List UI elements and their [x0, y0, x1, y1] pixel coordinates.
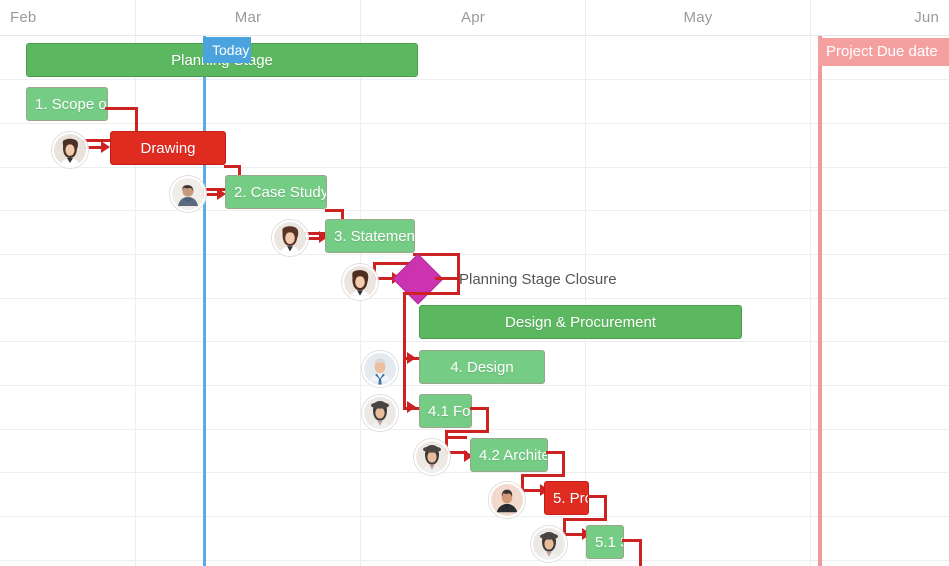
connector-segment — [105, 107, 138, 110]
avatar[interactable] — [489, 482, 525, 518]
task-bar-design[interactable]: 4. Design — [419, 350, 545, 384]
connector-segment — [403, 292, 406, 410]
month-column-may[interactable]: May — [586, 0, 811, 35]
grid-column-line — [360, 36, 361, 566]
task-label: 5.1 S — [595, 533, 623, 551]
task-bar-site[interactable]: 5.1 S — [586, 525, 624, 559]
task-label: 4.2 Architec — [479, 446, 547, 464]
avatar[interactable] — [342, 264, 378, 300]
month-label-may: May — [683, 9, 713, 26]
grid-row-line — [0, 298, 949, 299]
month-column-feb[interactable]: Feb — [0, 0, 136, 35]
month-label-jun: Jun — [914, 9, 939, 26]
connector-segment — [521, 474, 565, 477]
avatar[interactable] — [272, 220, 308, 256]
connector-segment — [445, 430, 489, 433]
task-bar-procurement[interactable]: 5. Pro — [544, 481, 589, 515]
due-date-label: Project Due date — [826, 43, 938, 60]
today-badge[interactable]: Today — [203, 37, 251, 63]
connector-arrowhead — [407, 352, 416, 364]
task-label: Drawing — [140, 139, 196, 157]
due-date-marker-line — [818, 36, 822, 566]
task-bar-scope-of[interactable]: 1. Scope of — [26, 87, 108, 121]
connector-segment — [445, 436, 467, 439]
task-bar-foundation[interactable]: 4.1 Fou — [419, 394, 472, 428]
grid-row-line — [0, 516, 949, 517]
avatar[interactable] — [414, 439, 450, 475]
task-label: 5. Pro — [553, 489, 588, 507]
task-bar-drawing[interactable]: Drawing — [110, 131, 226, 165]
today-marker-line — [203, 36, 206, 566]
avatar[interactable] — [362, 395, 398, 431]
task-bar-architecture[interactable]: 4.2 Architec — [470, 438, 548, 472]
month-column-jun[interactable]: Jun — [811, 0, 949, 35]
due-date-badge[interactable]: Project Due date — [818, 38, 949, 66]
grid-row-line — [0, 254, 949, 255]
grid-row-line — [0, 210, 949, 211]
grid-row-line — [0, 385, 949, 386]
month-label-feb: Feb — [10, 9, 37, 26]
month-column-apr[interactable]: Apr — [361, 0, 586, 35]
month-column-mar[interactable]: Mar — [136, 0, 361, 35]
month-label-mar: Mar — [234, 9, 262, 26]
grid-row-line — [0, 167, 949, 168]
task-label: 1. Scope of — [35, 95, 108, 113]
task-label: 4. Design — [450, 358, 514, 376]
connector-arrowhead — [101, 141, 110, 153]
gantt-chart: Feb Mar Apr May Jun Project Due date Pla… — [0, 0, 949, 566]
task-label: 2. Case Study — [234, 183, 327, 201]
milestone-label: Planning Stage Closure — [459, 271, 617, 288]
task-bar-case-study[interactable]: 2. Case Study — [225, 175, 327, 209]
task-bar-statement[interactable]: 3. Statemen — [325, 219, 415, 253]
avatar[interactable] — [362, 351, 398, 387]
task-label: 3. Statemen — [334, 227, 415, 245]
connector-segment — [639, 539, 642, 566]
task-label: Design & Procurement — [505, 313, 656, 331]
grid-row-line — [0, 341, 949, 342]
today-label: Today — [212, 42, 250, 58]
grid-row-line — [0, 123, 949, 124]
task-bar-design-procurement[interactable]: Design & Procurement — [419, 305, 742, 339]
connector-segment — [403, 292, 460, 295]
month-label-apr: Apr — [461, 9, 485, 26]
timeline-header: Feb Mar Apr May Jun — [0, 0, 949, 36]
avatar[interactable] — [531, 526, 567, 562]
avatar[interactable] — [52, 132, 88, 168]
grid-row-line — [0, 79, 949, 80]
grid-row-line — [0, 560, 949, 561]
grid-column-line — [810, 36, 811, 566]
avatar[interactable] — [170, 176, 206, 212]
connector-arrowhead — [407, 401, 416, 413]
task-label: 4.1 Fou — [428, 402, 471, 420]
connector-segment — [563, 518, 607, 521]
grid-row-line — [0, 472, 949, 473]
